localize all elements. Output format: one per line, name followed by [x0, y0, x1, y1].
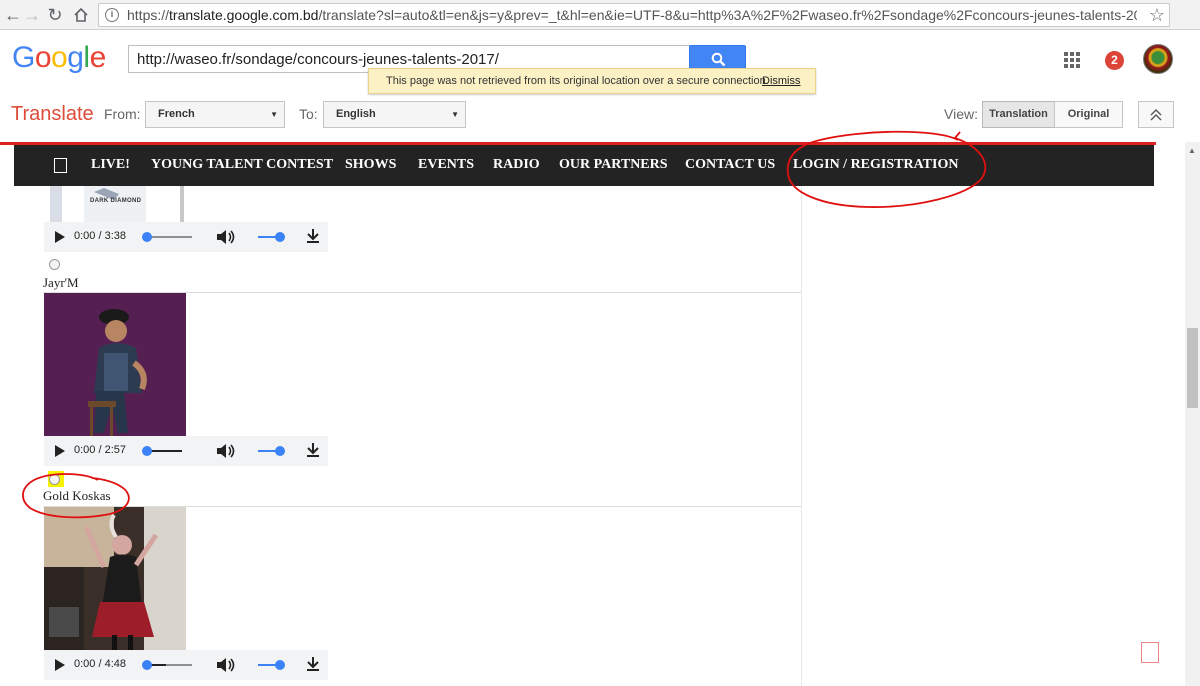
search-icon [711, 52, 726, 67]
contest-entries: DARK DIAMOND 0:00 / 3:38 Jayr'M 0:00 / 2… [0, 186, 1185, 686]
chevron-up-icon [1150, 109, 1162, 121]
volume-icon[interactable] [216, 443, 236, 459]
download-icon[interactable] [306, 442, 320, 458]
audio-player[interactable]: 0:00 / 2:57 [44, 436, 328, 466]
dropdown-arrow-icon: ▼ [451, 110, 459, 119]
seek-knob[interactable] [142, 660, 152, 670]
dropdown-arrow-icon: ▼ [270, 110, 278, 119]
bookmark-star-icon[interactable]: ☆ [1149, 4, 1165, 26]
audio-time: 0:00 / 2:57 [74, 444, 126, 456]
view-translation-button[interactable]: Translation [982, 101, 1055, 128]
artist-name: Jayr'M [43, 275, 79, 290]
audio-time: 0:00 / 3:38 [74, 230, 126, 242]
view-original-button[interactable]: Original [1054, 101, 1123, 128]
nav-item-events[interactable]: EVENTS [418, 157, 474, 173]
seek-knob[interactable] [142, 446, 152, 456]
poster-text: DARK DIAMOND [90, 198, 142, 204]
warning-text: This page was not retrieved from its ori… [386, 75, 769, 87]
volume-icon[interactable] [216, 657, 236, 673]
download-icon[interactable] [306, 228, 320, 244]
logo-letter: g [67, 41, 84, 74]
notification-badge[interactable]: 2 [1105, 51, 1124, 70]
volume-icon[interactable] [216, 229, 236, 245]
to-label: To: [299, 106, 318, 122]
from-label: From: [104, 106, 141, 122]
dismiss-link[interactable]: Dismiss [762, 69, 801, 93]
page-scrollbar[interactable]: ▲ [1185, 142, 1200, 686]
nav-item-live[interactable]: LIVE! [91, 157, 130, 173]
vote-radio[interactable] [49, 474, 60, 485]
logo-letter: G [12, 41, 35, 74]
site-nav: LIVE! YOUNG TALENT CONTEST SHOWS EVENTS … [14, 145, 1154, 186]
address-url[interactable]: https://translate.google.com.bd/translat… [127, 7, 1137, 23]
seek-track[interactable] [146, 236, 192, 238]
play-icon[interactable] [55, 659, 65, 671]
collapse-button[interactable] [1138, 101, 1174, 128]
avatar[interactable] [1143, 44, 1173, 74]
to-language-select[interactable]: English ▼ [323, 101, 466, 128]
entry-photo: DARK DIAMOND [44, 186, 186, 222]
reload-icon[interactable]: ↻ [43, 3, 67, 27]
seek-knob[interactable] [142, 232, 152, 242]
info-icon[interactable]: i [105, 8, 119, 22]
home-icon[interactable] [69, 3, 93, 27]
audio-time: 0:00 / 4:48 [74, 658, 126, 670]
logo-letter: o [34, 41, 52, 74]
download-icon[interactable] [306, 656, 320, 672]
artist-name: Gold Koskas [43, 488, 111, 503]
translate-brand[interactable]: Translate [11, 103, 94, 126]
address-bar[interactable]: i https://translate.google.com.bd/transl… [98, 3, 1170, 27]
play-icon[interactable] [55, 231, 65, 243]
entry-photo [44, 293, 186, 436]
nav-item-shows[interactable]: SHOWS [345, 157, 396, 173]
nav-item-contact-us[interactable]: CONTACT US [685, 157, 775, 173]
menu-icon[interactable] [54, 158, 67, 173]
nav-item-radio[interactable]: RADIO [493, 157, 540, 173]
google-logo[interactable]: Google [12, 41, 106, 75]
volume-knob[interactable] [275, 660, 285, 670]
audio-player[interactable]: 0:00 / 4:48 [44, 650, 328, 680]
entry-photo [44, 507, 186, 650]
security-warning: This page was not retrieved from its ori… [368, 68, 816, 94]
forward-icon[interactable]: → [20, 3, 44, 27]
nav-item-login-registration[interactable]: LOGIN / REGISTRATION [793, 157, 958, 173]
volume-knob[interactable] [275, 232, 285, 242]
floating-widget[interactable] [1141, 642, 1159, 663]
audio-player[interactable]: 0:00 / 3:38 [44, 222, 328, 252]
scroll-thumb[interactable] [1187, 328, 1198, 408]
logo-letter: o [51, 41, 68, 74]
translate-bar: Translate From: French ▼ To: English ▼ Vie… [0, 96, 1200, 142]
apps-grid-icon[interactable] [1064, 52, 1080, 68]
browser-toolbar: ← → ↻ i https://translate.google.com.bd/… [0, 0, 1200, 30]
volume-knob[interactable] [275, 446, 285, 456]
view-label: View: [944, 106, 978, 122]
logo-letter: e [89, 41, 107, 74]
nav-item-young-talent-contest[interactable]: YOUNG TALENT CONTEST [151, 157, 333, 173]
scroll-up-icon[interactable]: ▲ [1188, 146, 1196, 155]
vote-radio[interactable] [49, 259, 60, 270]
search-input-value: http://waseo.fr/sondage/concours-jeunes-… [137, 51, 499, 68]
nav-item-our-partners[interactable]: OUR PARTNERS [559, 157, 668, 173]
from-language-select[interactable]: French ▼ [145, 101, 285, 128]
play-icon[interactable] [55, 445, 65, 457]
